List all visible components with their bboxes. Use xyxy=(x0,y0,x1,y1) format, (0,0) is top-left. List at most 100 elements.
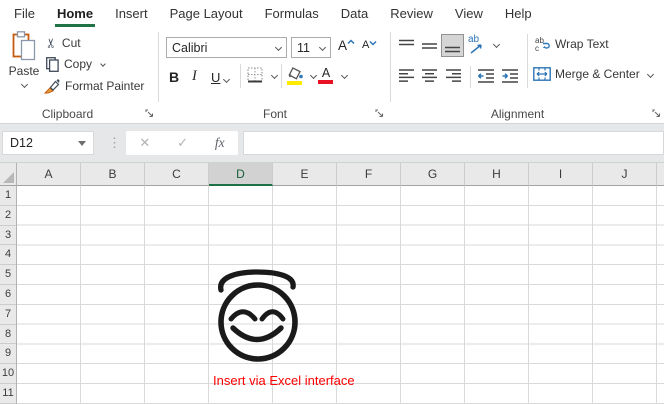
formula-bar: D12 ⋮ ✕ ✓ fx xyxy=(0,124,664,163)
increase-font-size-button[interactable]: A xyxy=(338,38,355,53)
underline-icon: U xyxy=(211,70,220,85)
row-header-10[interactable]: 10 xyxy=(0,364,16,384)
font-color-chevron-icon[interactable] xyxy=(341,72,348,79)
column-header-h[interactable]: H xyxy=(465,163,529,186)
font-size-combobox[interactable]: 11 xyxy=(291,37,331,58)
paste-label: Paste xyxy=(9,64,40,78)
copy-dropdown-chevron-icon[interactable] xyxy=(100,61,106,67)
group-separator xyxy=(158,32,159,102)
row-header-6[interactable]: 6 xyxy=(0,285,16,305)
column-headers: A B C D E F G H I J xyxy=(0,163,664,186)
underline-chevron-icon[interactable] xyxy=(223,76,230,83)
merge-center-button[interactable]: Merge & Center xyxy=(533,67,653,81)
format-painter-button[interactable]: Format Painter xyxy=(44,77,144,95)
align-right-button[interactable] xyxy=(443,66,463,86)
tab-help[interactable]: Help xyxy=(494,0,543,28)
font-name-chevron-icon[interactable] xyxy=(275,44,282,51)
column-header-partial[interactable] xyxy=(657,163,664,186)
orientation-button[interactable]: ab xyxy=(468,34,488,54)
align-right-icon xyxy=(445,68,462,84)
wrap-text-button[interactable]: ab c Wrap Text xyxy=(534,36,609,52)
tab-formulas[interactable]: Formulas xyxy=(254,0,330,28)
tab-review[interactable]: Review xyxy=(379,0,444,28)
column-header-c[interactable]: C xyxy=(145,163,209,186)
insert-function-button[interactable]: fx xyxy=(215,135,225,151)
row-header-11[interactable]: 11 xyxy=(0,384,16,404)
increase-indent-button[interactable] xyxy=(500,66,520,86)
name-box[interactable]: D12 xyxy=(2,131,94,155)
italic-button[interactable]: I xyxy=(192,65,197,87)
column-header-a[interactable]: A xyxy=(17,163,81,186)
row-header-2[interactable]: 2 xyxy=(0,206,16,226)
column-header-e[interactable]: E xyxy=(273,163,337,186)
decrease-indent-button[interactable] xyxy=(476,66,496,86)
wrap-text-icon: ab c xyxy=(534,36,551,52)
row-header-1[interactable]: 1 xyxy=(0,186,16,206)
button-separator xyxy=(240,64,241,88)
tab-view[interactable]: View xyxy=(444,0,494,28)
tab-page-layout[interactable]: Page Layout xyxy=(159,0,254,28)
cell-text-d9[interactable]: Insert via Excel interface xyxy=(213,371,355,390)
align-center-button[interactable] xyxy=(419,66,439,86)
orientation-chevron-icon[interactable] xyxy=(493,41,500,48)
merge-center-chevron-icon[interactable] xyxy=(647,70,654,77)
borders-chevron-icon[interactable] xyxy=(271,72,278,79)
cancel-button[interactable]: ✕ xyxy=(139,135,150,151)
paste-button[interactable]: Paste xyxy=(4,31,44,104)
ribbon: Paste ✂ Cut Copy Format Painter Clipboar… xyxy=(0,28,664,124)
merge-center-icon xyxy=(533,67,551,81)
alignment-group-label: Alignment xyxy=(460,107,575,121)
underline-button[interactable]: U xyxy=(211,65,229,87)
font-size-value: 11 xyxy=(297,41,310,55)
borders-button[interactable] xyxy=(247,67,263,83)
column-header-b[interactable]: B xyxy=(81,163,145,186)
row-header-5[interactable]: 5 xyxy=(0,265,16,285)
tab-insert[interactable]: Insert xyxy=(104,0,159,28)
select-all-corner[interactable] xyxy=(0,163,17,186)
cut-button[interactable]: ✂ Cut xyxy=(46,34,81,52)
row-header-8[interactable]: 8 xyxy=(0,325,16,345)
font-dialog-launcher-icon[interactable] xyxy=(375,109,384,118)
name-box-dropdown-icon[interactable] xyxy=(78,141,86,146)
cells-area[interactable]: Insert via Excel interface xyxy=(17,186,664,404)
tab-data[interactable]: Data xyxy=(330,0,379,28)
column-header-f[interactable]: F xyxy=(337,163,401,186)
decrease-font-size-button[interactable]: A xyxy=(362,39,377,51)
paintbrush-icon xyxy=(44,78,60,94)
font-color-button[interactable]: A xyxy=(318,67,334,84)
align-left-button[interactable] xyxy=(396,66,416,86)
copy-label: Copy xyxy=(64,57,92,71)
paste-dropdown-chevron-icon[interactable] xyxy=(20,81,27,88)
font-name-combobox[interactable]: Calibri xyxy=(166,37,287,58)
smiley-halo-drawing[interactable] xyxy=(210,265,305,365)
middle-align-button[interactable] xyxy=(419,36,439,56)
column-header-j[interactable]: J xyxy=(593,163,657,186)
column-header-i[interactable]: I xyxy=(529,163,593,186)
formula-bar-grip[interactable]: ⋮ xyxy=(108,131,121,155)
row-header-7[interactable]: 7 xyxy=(0,305,16,325)
tab-home[interactable]: Home xyxy=(46,0,104,28)
row-header-4[interactable]: 4 xyxy=(0,245,16,265)
column-header-d-selected[interactable]: D xyxy=(209,163,273,186)
enter-button[interactable]: ✓ xyxy=(177,135,188,151)
caret-up-icon xyxy=(347,39,355,45)
tab-file[interactable]: File xyxy=(3,0,46,28)
top-align-button[interactable] xyxy=(396,36,416,56)
alignment-dialog-launcher-icon[interactable] xyxy=(652,109,661,118)
fill-color-chevron-icon[interactable] xyxy=(310,72,317,79)
row-header-3[interactable]: 3 xyxy=(0,226,16,246)
clipboard-dialog-launcher-icon[interactable] xyxy=(145,109,154,118)
formula-input[interactable] xyxy=(243,131,664,155)
font-group-label: Font xyxy=(230,107,320,121)
formula-bar-buttons: ✕ ✓ fx xyxy=(126,131,238,155)
bottom-align-button[interactable] xyxy=(441,34,464,57)
font-size-chevron-icon[interactable] xyxy=(319,44,326,51)
fill-color-button[interactable] xyxy=(287,67,303,85)
middle-align-icon xyxy=(421,38,438,54)
paste-icon xyxy=(12,31,36,61)
copy-button[interactable]: Copy xyxy=(46,55,105,73)
font-color-swatch xyxy=(318,80,333,84)
row-header-9[interactable]: 9 xyxy=(0,344,16,364)
bold-button[interactable]: B xyxy=(169,65,179,87)
column-header-g[interactable]: G xyxy=(401,163,465,186)
